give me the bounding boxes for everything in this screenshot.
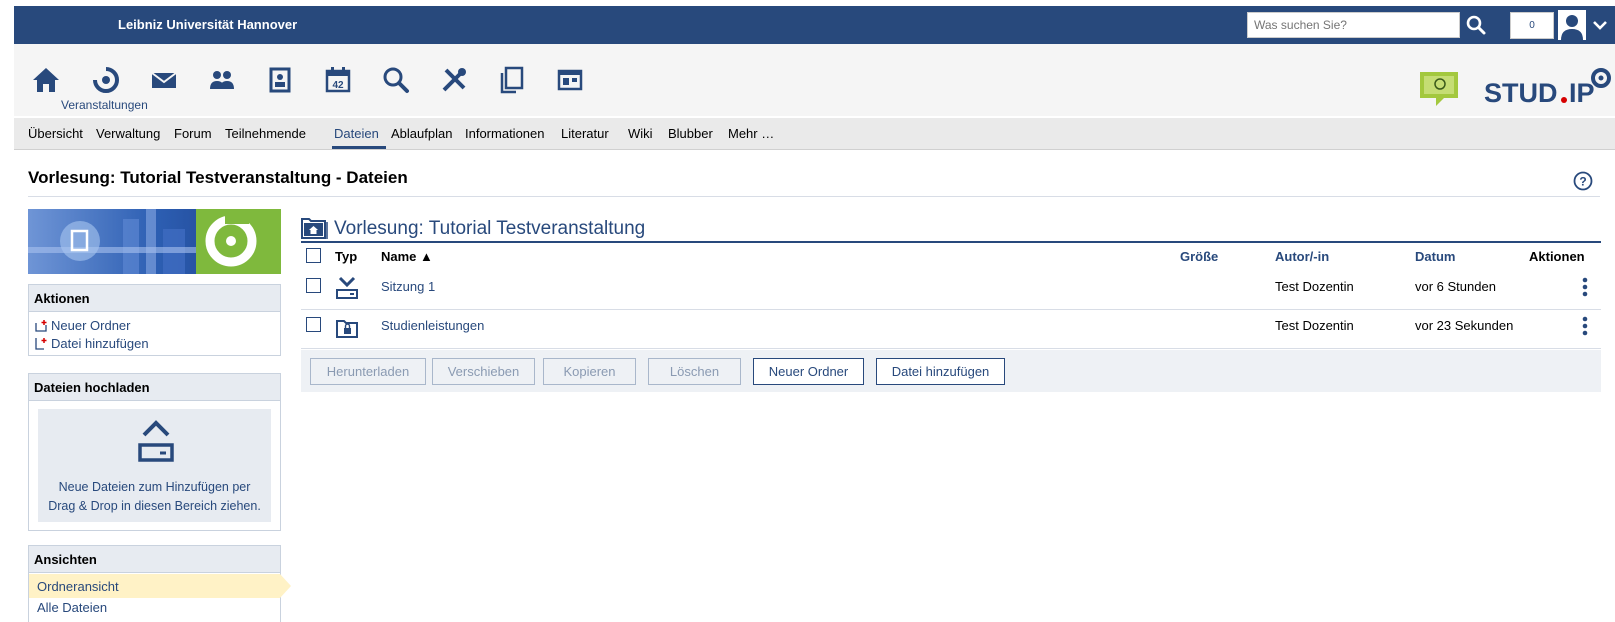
active-view-arrow xyxy=(280,574,291,598)
chevron-down-icon[interactable] xyxy=(1592,18,1608,32)
main-navigation: 42 Veranstaltungen STUD IP xyxy=(14,44,1615,116)
mail-icon[interactable] xyxy=(148,64,180,96)
copy-button[interactable]: Kopieren xyxy=(543,358,636,385)
studip-logo[interactable]: STUD IP xyxy=(1482,64,1612,110)
file-date: vor 6 Stunden xyxy=(1415,279,1496,294)
title-divider xyxy=(28,196,1600,197)
views-widget-title: Ansichten xyxy=(29,546,280,573)
column-date[interactable]: Datum xyxy=(1415,249,1455,264)
column-name[interactable]: Name ▲ xyxy=(381,249,433,264)
calendar-icon[interactable]: 42 xyxy=(322,64,354,96)
tab-blubber[interactable]: Blubber xyxy=(668,126,713,141)
add-file-button[interactable]: Datei hinzufügen xyxy=(876,358,1005,385)
courses-icon[interactable] xyxy=(90,64,122,96)
tab-ablaufplan[interactable]: Ablaufplan xyxy=(391,126,452,141)
bulk-actions-bar: Herunterladen Verschieben Kopieren Lösch… xyxy=(301,350,1601,392)
community-icon[interactable] xyxy=(206,64,238,96)
file-name-link[interactable]: Studienleistungen xyxy=(381,318,484,333)
active-nav-label[interactable]: Veranstaltungen xyxy=(61,98,148,112)
views-widget: Ansichten Ordneransicht Alle Dateien xyxy=(28,545,291,622)
column-actions: Aktionen xyxy=(1529,249,1585,264)
row-checkbox[interactable] xyxy=(306,278,321,293)
sidebar-files-banner xyxy=(28,209,281,274)
home-folder-icon[interactable] xyxy=(301,218,328,240)
new-folder-button[interactable]: Neuer Ordner xyxy=(753,358,864,385)
download-button[interactable]: Herunterladen xyxy=(310,358,426,385)
avatar[interactable] xyxy=(1558,10,1586,40)
upload-text-line1: Neue Dateien zum Hinzufügen per xyxy=(58,480,251,494)
column-author[interactable]: Autor/-in xyxy=(1275,249,1329,264)
page-title: Vorlesung: Tutorial Testveranstaltung - … xyxy=(28,168,408,187)
upload-dropzone-text: Neue Dateien zum Hinzufügen per Drag & D… xyxy=(38,478,271,516)
file-name-link[interactable]: Sitzung 1 xyxy=(381,279,435,294)
upload-icon xyxy=(138,420,174,462)
files-icon[interactable] xyxy=(496,64,528,96)
column-size[interactable]: Größe xyxy=(1180,249,1218,264)
more-actions-icon[interactable] xyxy=(1582,316,1588,336)
notification-counter[interactable]: 0 xyxy=(1510,12,1554,39)
profile-icon[interactable] xyxy=(264,64,296,96)
course-tabs: Übersicht Verwaltung Forum Teilnehmende … xyxy=(14,118,1615,150)
column-name-label: Name xyxy=(381,249,417,264)
tab-mehr[interactable]: Mehr … xyxy=(728,126,774,141)
tab-wiki[interactable]: Wiki xyxy=(628,126,653,141)
file-date: vor 23 Sekunden xyxy=(1415,318,1514,333)
tools-icon[interactable] xyxy=(438,64,470,96)
select-all-checkbox[interactable] xyxy=(306,248,321,263)
new-folder-link[interactable]: Neuer Ordner xyxy=(35,318,130,333)
locked-folder-icon[interactable] xyxy=(335,317,359,339)
actions-widget-title: Aktionen xyxy=(29,285,280,312)
calendar-day: 42 xyxy=(332,80,344,91)
top-bar: Leibniz Universität Hannover 0 xyxy=(14,6,1615,44)
svg-text:?: ? xyxy=(1579,175,1586,189)
help-bubble-icon[interactable] xyxy=(1418,70,1460,108)
search-input[interactable] xyxy=(1247,12,1460,38)
upload-text-line2: Drag & Drop in diesen Bereich ziehen. xyxy=(48,499,261,513)
move-button[interactable]: Verschieben xyxy=(432,358,535,385)
upload-dropzone[interactable]: Neue Dateien zum Hinzufügen per Drag & D… xyxy=(38,409,271,522)
folder-breadcrumb: Vorlesung: Tutorial Testveranstaltung xyxy=(301,217,645,241)
table-row[interactable]: Sitzung 1 Test Dozentin vor 6 Stunden xyxy=(301,272,1601,310)
tab-uebersicht[interactable]: Übersicht xyxy=(28,126,83,141)
tab-informationen[interactable]: Informationen xyxy=(465,126,545,141)
view-folder-label: Ordneransicht xyxy=(37,579,119,594)
table-header-divider xyxy=(301,241,1601,243)
add-file-label: Datei hinzufügen xyxy=(51,336,149,351)
sort-indicator: ▲ xyxy=(420,249,433,264)
tab-verwaltung[interactable]: Verwaltung xyxy=(96,126,160,141)
tab-literatur[interactable]: Literatur xyxy=(561,126,609,141)
search-icon[interactable] xyxy=(1464,13,1488,37)
upload-widget-title: Dateien hochladen xyxy=(29,374,280,401)
column-type[interactable]: Typ xyxy=(335,249,357,264)
help-icon[interactable]: ? xyxy=(1573,171,1593,191)
actions-widget: Aktionen Neuer Ordner Datei hinzufügen xyxy=(28,284,281,356)
tab-forum[interactable]: Forum xyxy=(174,126,212,141)
active-tab-indicator xyxy=(332,146,386,149)
add-folder-icon xyxy=(35,319,47,332)
home-icon[interactable] xyxy=(30,64,62,96)
svg-text:STUD: STUD xyxy=(1484,78,1558,108)
row-checkbox[interactable] xyxy=(306,317,321,332)
tab-dateien[interactable]: Dateien xyxy=(334,126,379,141)
view-all-files[interactable]: Alle Dateien xyxy=(29,595,280,619)
svg-text:IP: IP xyxy=(1569,78,1595,108)
tab-teilnehmende[interactable]: Teilnehmende xyxy=(225,126,306,141)
add-file-link[interactable]: Datei hinzufügen xyxy=(35,336,149,351)
delete-button[interactable]: Löschen xyxy=(648,358,741,385)
new-folder-label: Neuer Ordner xyxy=(51,318,131,333)
upload-widget: Dateien hochladen Neue Dateien zum Hinzu… xyxy=(28,373,281,531)
view-all-files-label: Alle Dateien xyxy=(37,600,108,615)
folder-title[interactable]: Vorlesung: Tutorial Testveranstaltung xyxy=(334,218,645,240)
university-name[interactable]: Leibniz Universität Hannover xyxy=(118,17,297,32)
more-actions-icon[interactable] xyxy=(1582,277,1588,297)
file-author: Test Dozentin xyxy=(1275,279,1354,294)
download-folder-icon[interactable] xyxy=(335,276,359,300)
admin-icon[interactable] xyxy=(554,64,586,96)
search-icon[interactable] xyxy=(380,64,412,96)
add-file-icon xyxy=(35,338,47,350)
file-author: Test Dozentin xyxy=(1275,318,1354,333)
table-row[interactable]: Studienleistungen Test Dozentin vor 23 S… xyxy=(301,311,1601,349)
